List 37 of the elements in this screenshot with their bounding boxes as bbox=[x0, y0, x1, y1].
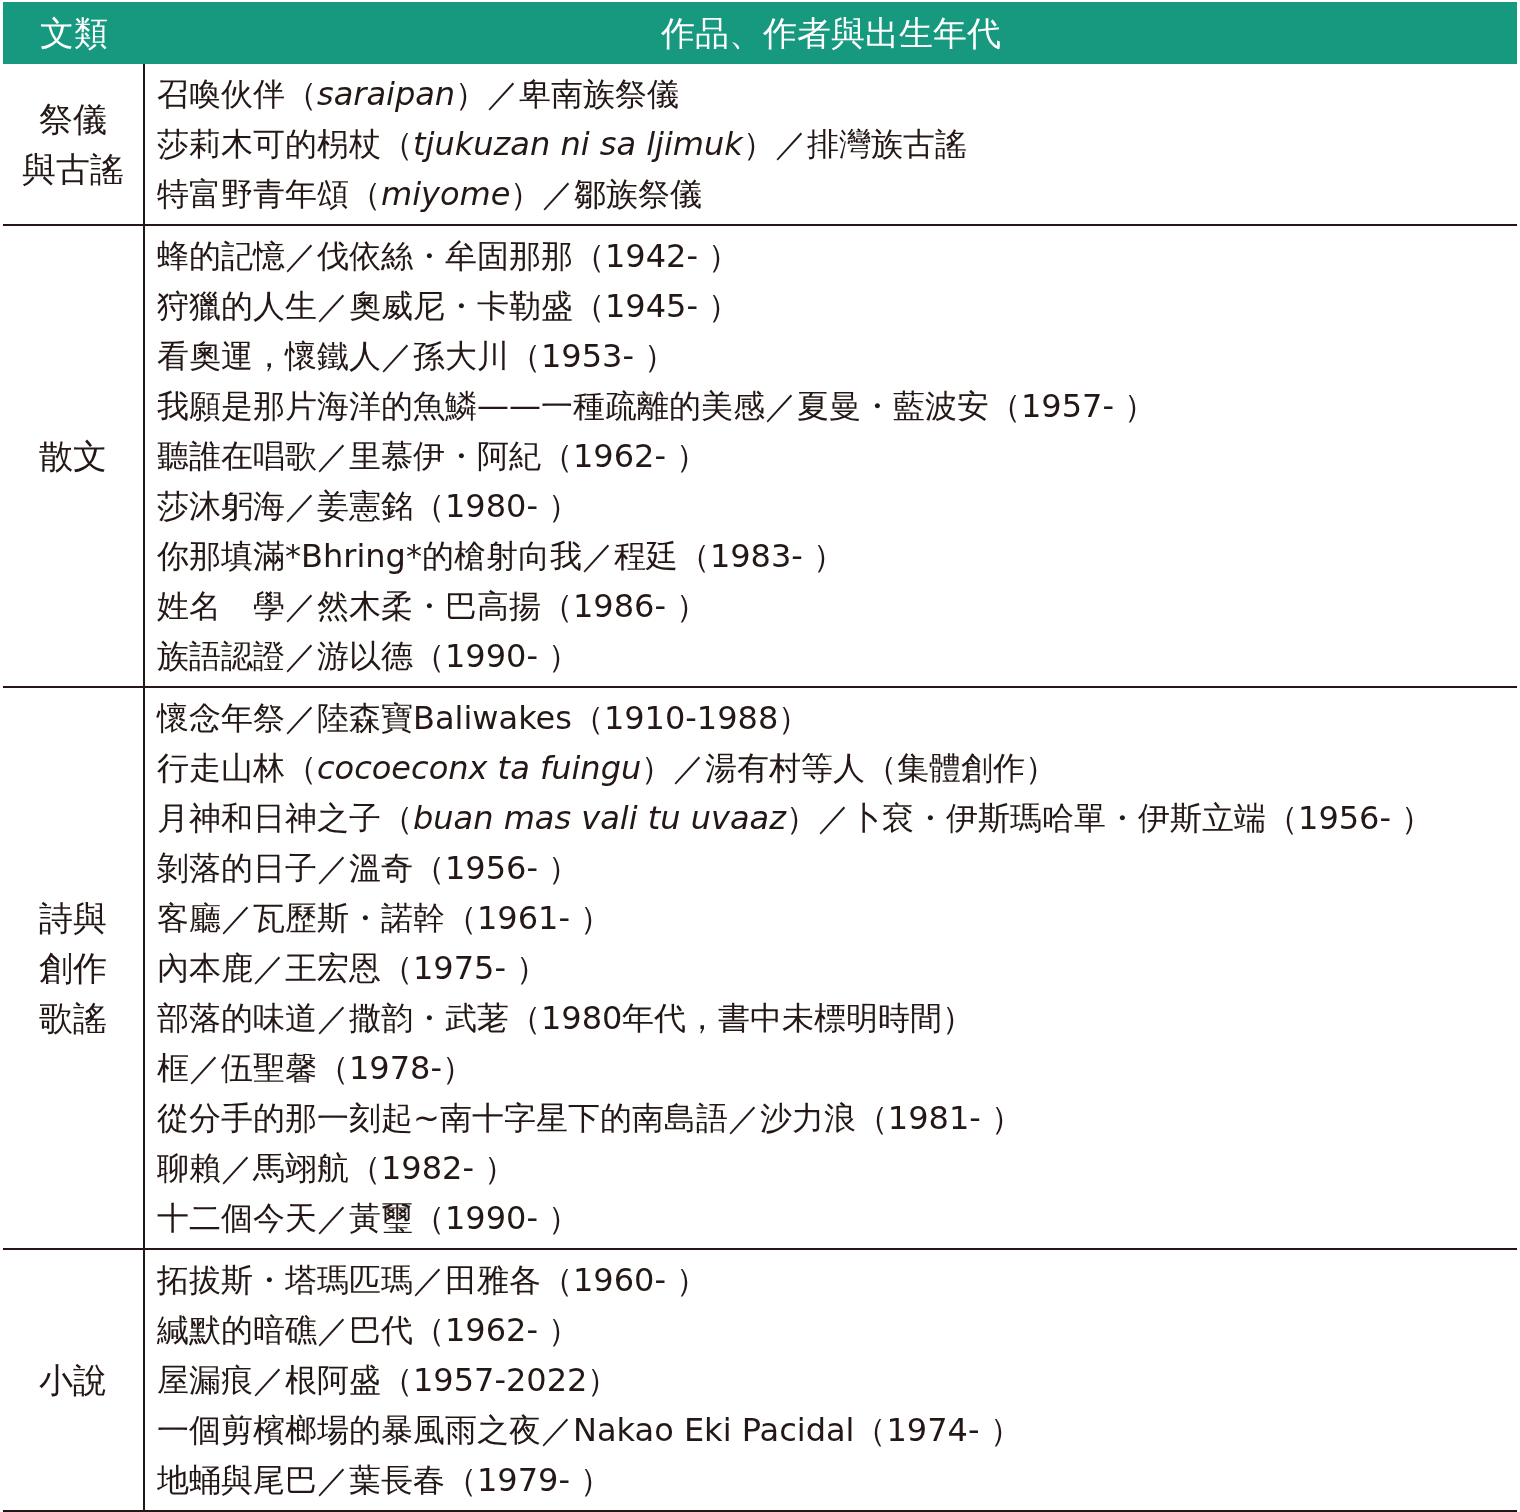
entry-text: 行走山林（cocoeconx ta fuingu）／湯有村等人（集體創作） bbox=[157, 748, 1058, 789]
entry-text: 內本鹿／王宏恩（1975- ） bbox=[157, 948, 549, 989]
entry-text: 屋漏痕／根阿盛（1957-2022） bbox=[157, 1360, 620, 1401]
entry-text: 召喚伙伴（saraipan）／卑南族祭儀 bbox=[157, 74, 680, 115]
entry-text: 客廳／瓦歷斯・諾幹（1961- ） bbox=[157, 898, 613, 939]
entry-text: 十二個今天／黃璽（1990- ） bbox=[157, 1198, 581, 1239]
entry-text: 族語認證／游以德（1990- ） bbox=[157, 636, 581, 677]
category-label: 歌謠 bbox=[39, 997, 107, 1040]
entry-text: 懷念年祭／陸森寶Baliwakes（1910-1988） bbox=[157, 698, 811, 739]
category-label: 與古謠 bbox=[22, 148, 124, 191]
entry-text: 我願是那片海洋的魚鱗——一種疏離的美感／夏曼・藍波安（1957- ） bbox=[157, 386, 1157, 427]
entry-text: 拓拔斯・塔瑪匹瑪／田雅各（1960- ） bbox=[157, 1260, 709, 1301]
category-label: 散文 bbox=[39, 435, 107, 478]
category-label: 祭儀 bbox=[39, 98, 107, 141]
entry-text: 聊賴／馬翊航（1982- ） bbox=[157, 1148, 517, 1189]
column-header: 文類 bbox=[39, 11, 109, 55]
category-label: 創作 bbox=[39, 947, 107, 990]
entry-text: 一個剪檳榔場的暴風雨之夜／Nakao Eki Pacidal（1974- ） bbox=[157, 1410, 1022, 1451]
category-label: 小說 bbox=[39, 1359, 107, 1402]
entry-text: 看奧運，懷鐵人／孫大川（1953- ） bbox=[157, 336, 677, 377]
entry-text: 特富野青年頌（miyome）／鄒族祭儀 bbox=[157, 174, 703, 215]
entry-text: 月神和日神之子（buan mas vali tu uvaaz）／卜袞・伊斯瑪哈單・伊斯立端（1956- ） bbox=[157, 798, 1434, 839]
entry-text: 莎莉木可的枴杖（tjukuzan ni sa ljimuk）／排灣族古謠 bbox=[157, 124, 967, 165]
entry-text: 地蛹與尾巴／葉長春（1979- ） bbox=[157, 1460, 613, 1501]
entry-text: 蜂的記憶／伐依絲・牟固那那（1942- ） bbox=[157, 236, 741, 277]
entry-text: 剝落的日子／溫奇（1956- ） bbox=[157, 848, 581, 889]
entry-text: 部落的味道／撒韵・武荖（1980年代，書中未標明時間） bbox=[157, 998, 975, 1039]
entry-text: 框／伍聖馨（1978-） bbox=[157, 1048, 474, 1089]
entry-text: 狩獵的人生／奧威尼・卡勒盛（1945- ） bbox=[157, 286, 741, 327]
category-label: 詩與 bbox=[39, 897, 107, 940]
entry-text: 聽誰在唱歌／里慕伊・阿紀（1962- ） bbox=[157, 436, 709, 477]
entry-text: 你那填滿*Bhring*的槍射向我／程廷（1983- ） bbox=[157, 536, 846, 577]
entry-text: 緘默的暗礁／巴代（1962- ） bbox=[157, 1310, 581, 1351]
column-header: 作品、作者與出生年代 bbox=[660, 11, 1002, 55]
entry-text: 從分手的那一刻起~南十字星下的南島語／沙力浪（1981- ） bbox=[157, 1098, 1023, 1139]
entry-text: 姓名 學／然木柔・巴高揚（1986- ） bbox=[157, 586, 709, 627]
entry-text: 莎沐躬海／姜憲銘（1980- ） bbox=[157, 486, 581, 527]
